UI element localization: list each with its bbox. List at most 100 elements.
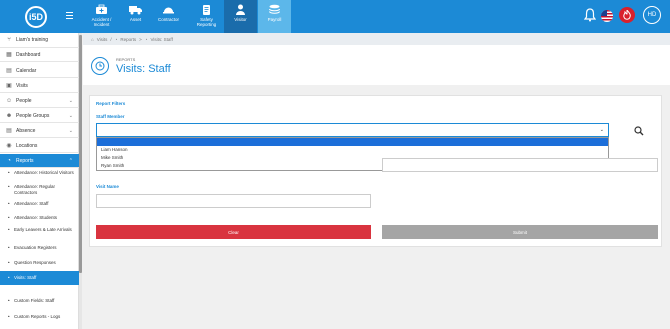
dropdown-option[interactable]: Ryan Smith xyxy=(101,163,124,168)
app-logo[interactable]: i5D xyxy=(25,6,47,28)
sidebar-subitem-attendance-students[interactable]: • Attendance: Students xyxy=(0,215,79,221)
sidebar-subitem-label: Attendance: Regular Contractors xyxy=(13,184,55,195)
stack-icon xyxy=(269,4,280,14)
sidebar-subitem-historical-visitors[interactable]: • Attendance: Historical Visitors xyxy=(0,170,79,176)
sidebar-subitem-label: Attendance: Historical Visitors xyxy=(14,170,74,175)
branch-icon: ⑂ xyxy=(7,37,11,43)
people-icon: ☺ xyxy=(5,97,13,104)
flame-icon xyxy=(623,10,631,20)
menu-icon[interactable] xyxy=(66,12,73,21)
sidebar: ⑂ Liam's training ▦ Dashboard ▤ Calendar… xyxy=(0,33,79,329)
page-section: REPORTS xyxy=(116,57,136,62)
sidebar-item-reports[interactable]: ◔ Reports ⌃ xyxy=(0,154,79,168)
people-groups-icon: ☻ xyxy=(5,112,13,119)
absence-icon: ▤ xyxy=(6,128,12,134)
chevron-down-icon: ⌄ xyxy=(68,97,73,104)
page-header: REPORTS Visits: Staff xyxy=(83,45,670,85)
hard-hat-icon xyxy=(163,7,174,14)
sidebar-item-visits[interactable]: ▣ Visits xyxy=(0,79,79,93)
filters-heading: Report Filters xyxy=(96,101,126,106)
sidebar-org-switcher[interactable]: ⑂ Liam's training xyxy=(0,33,79,48)
sidebar-item-label: Absence xyxy=(16,127,36,134)
sidebar-subitem-label: Early Leavers & Late Arrivals xyxy=(14,227,72,232)
sidebar-item-label: Dashboard xyxy=(16,51,41,58)
secondary-filter-input[interactable] xyxy=(382,158,658,172)
nav-label: Payroll xyxy=(267,17,282,22)
sidebar-subitem-label: Question Responses xyxy=(14,260,56,265)
home-icon[interactable]: ⌂ xyxy=(91,37,94,42)
sidebar-subitem-label: Attendance: Staff xyxy=(14,201,49,206)
clock-icon xyxy=(91,57,109,75)
location-icon: ◉ xyxy=(6,143,12,149)
sidebar-item-label: Calendar xyxy=(16,67,37,74)
nav-payroll[interactable]: Payroll xyxy=(258,0,291,33)
scrollbar-thumb[interactable] xyxy=(79,35,82,273)
breadcrumb-item[interactable]: Visits xyxy=(97,37,108,42)
chevron-down-icon: ⌄ xyxy=(68,127,73,134)
nav-asset[interactable]: Asset xyxy=(119,0,152,33)
sidebar-subitem-visits-staff[interactable]: • Visits: Staff xyxy=(0,271,79,285)
nav-label: Safety Reporting xyxy=(196,17,217,27)
staff-member-select[interactable]: ⌄ xyxy=(96,123,609,137)
sidebar-item-people-groups[interactable]: ☻ People Groups ⌄ xyxy=(0,109,79,123)
sidebar-subitem-early-leavers[interactable]: • Early Leavers & Late Arrivals xyxy=(0,227,79,233)
sidebar-item-label: Reports xyxy=(16,157,34,164)
sidebar-org-label: Liam's training xyxy=(16,37,49,43)
dropdown-option[interactable]: Mike Smith xyxy=(101,155,123,160)
sidebar-subitem-evacuation-registers[interactable]: • Evacuation Registers xyxy=(0,245,79,251)
sidebar-subitem-label: Custom Reports - Logs xyxy=(14,314,61,319)
submit-button[interactable]: Submit xyxy=(382,225,658,239)
sidebar-item-dashboard[interactable]: ▦ Dashboard xyxy=(0,48,79,62)
dropdown-option[interactable]: Liam Hanson xyxy=(101,147,128,152)
chevron-up-icon: ⌃ xyxy=(68,157,73,164)
search-icon[interactable] xyxy=(634,126,644,136)
sidebar-subitem-custom-reports-logs[interactable]: • Custom Reports - Logs xyxy=(0,314,79,320)
top-bar: i5D Accident / Incident Asset Contractor… xyxy=(0,0,670,33)
visit-name-input[interactable] xyxy=(96,194,371,208)
sidebar-scrollbar[interactable] xyxy=(79,33,82,329)
truck-icon xyxy=(129,6,142,15)
breadcrumb-item[interactable]: Reports xyxy=(120,37,136,42)
chevron-down-icon: ⌄ xyxy=(68,112,73,119)
avatar[interactable]: HD xyxy=(643,6,661,24)
nav-visitor[interactable]: Visitor xyxy=(224,0,257,33)
sidebar-item-label: People Groups xyxy=(16,112,50,119)
nav-label: Visitor xyxy=(234,17,247,22)
page-title: Visits: Staff xyxy=(116,63,171,75)
sidebar-subitem-label: Attendance: Students xyxy=(14,215,58,220)
breadcrumb: ⌂ Visits / ◔ Reports > ◔ Visits: Staff xyxy=(83,33,670,45)
reports-icon: ◔ xyxy=(7,157,11,164)
emergency-button[interactable] xyxy=(619,7,635,23)
sidebar-item-absence[interactable]: ▤ Absence ⌄ xyxy=(0,124,79,138)
sidebar-item-label: People xyxy=(16,97,32,104)
nav-label: Asset xyxy=(129,17,142,22)
nav-label: Accident / Incident xyxy=(91,17,112,27)
bell-icon[interactable] xyxy=(584,8,596,22)
nav-accident-incident[interactable]: Accident / Incident xyxy=(85,0,118,33)
staff-member-label: Staff Member xyxy=(96,114,125,119)
sidebar-subitem-regular-contractors[interactable]: • Attendance: Regular Contractors xyxy=(0,184,79,196)
clipboard-icon xyxy=(203,5,210,15)
breadcrumb-item-current: Visits: Staff xyxy=(150,36,173,42)
sidebar-subitem-question-responses[interactable]: • Question Responses xyxy=(0,260,79,266)
sidebar-item-people[interactable]: ☺ People ⌄ xyxy=(0,94,79,108)
clear-button[interactable]: Clear xyxy=(96,225,371,239)
nav-contractor[interactable]: Contractor xyxy=(152,0,185,33)
calendar-icon: ▤ xyxy=(6,68,12,74)
us-flag-icon[interactable] xyxy=(601,10,613,22)
nav-label: Contractor xyxy=(157,17,179,22)
sidebar-item-label: Locations xyxy=(16,142,38,149)
sidebar-subitem-attendance-staff[interactable]: • Attendance: Staff xyxy=(0,201,79,207)
dropdown-option-empty[interactable] xyxy=(97,138,608,146)
sidebar-item-calendar[interactable]: ▤ Calendar xyxy=(0,64,79,78)
reports-icon: ◔ xyxy=(114,36,118,42)
dashboard-icon: ▦ xyxy=(6,52,12,58)
sidebar-item-label: Visits xyxy=(16,82,28,89)
visits-icon: ▣ xyxy=(6,83,12,89)
visit-name-label: Visit Name xyxy=(96,184,119,189)
sidebar-subitem-label: Custom Fields: Staff xyxy=(14,298,55,303)
sidebar-subitem-custom-fields-staff[interactable]: • Custom Fields: Staff xyxy=(0,298,79,304)
sidebar-item-locations[interactable]: ◉ Locations xyxy=(0,139,79,153)
sidebar-subitem-label: Evacuation Registers xyxy=(14,245,57,250)
nav-safety-reporting[interactable]: Safety Reporting xyxy=(190,0,223,33)
